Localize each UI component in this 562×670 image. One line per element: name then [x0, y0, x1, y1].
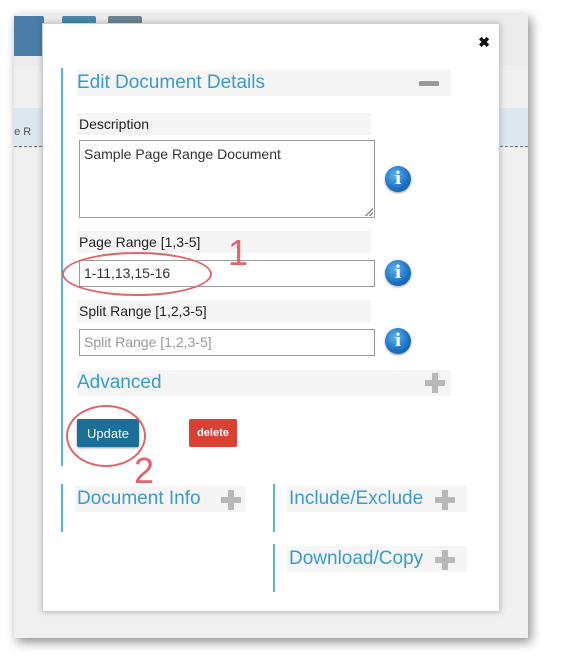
include-exclude-card[interactable]: Include/Exclude: [273, 484, 483, 534]
page-range-label-text: Page Range [1,3-5]: [79, 234, 201, 250]
advanced-header[interactable]: Advanced: [77, 370, 451, 396]
section-title: Edit Document Details: [77, 72, 265, 93]
section-header[interactable]: Edit Document Details: [77, 70, 451, 96]
card-border: [273, 544, 275, 592]
description-label-text: Description: [79, 116, 150, 132]
split-range-label: Split Range [1,2,3-5]: [77, 300, 371, 322]
annotation-number-two: 2: [134, 450, 155, 491]
description-label: Description: [77, 113, 371, 135]
download-icon[interactable]: [14, 16, 44, 56]
description-info-icon[interactable]: i: [385, 166, 411, 192]
page-range-info-icon[interactable]: i: [385, 260, 411, 286]
description-textarea[interactable]: Sample Page Range Document: [79, 140, 375, 218]
annotation-number-one: 1: [228, 232, 249, 273]
delete-button[interactable]: delete: [189, 419, 237, 447]
download-copy-title: Download/Copy: [289, 548, 424, 569]
expand-include-exclude-icon[interactable]: [435, 490, 455, 510]
document-info-card[interactable]: Document Info: [61, 484, 261, 534]
include-exclude-title: Include/Exclude: [289, 488, 424, 509]
split-range-label-text: Split Range [1,2,3-5]: [79, 303, 207, 319]
resize-handle[interactable]: [365, 208, 373, 216]
description-value: Sample Page Range Document: [84, 146, 281, 162]
close-icon[interactable]: ✖: [478, 34, 490, 51]
card-border: [61, 484, 63, 532]
expand-advanced-icon[interactable]: [425, 373, 445, 393]
download-copy-card[interactable]: Download/Copy: [273, 544, 483, 594]
background-column-label: ge R: [14, 126, 32, 138]
annotation-ellipse-page-range: [62, 252, 212, 296]
page-range-label: Page Range [1,3-5]: [77, 231, 371, 253]
advanced-title: Advanced: [77, 372, 162, 393]
split-range-info-icon[interactable]: i: [385, 328, 411, 354]
expand-document-info-icon[interactable]: [221, 490, 241, 510]
split-range-input[interactable]: Split Range [1,2,3-5]: [79, 329, 375, 356]
collapse-icon[interactable]: [419, 81, 439, 86]
edit-document-dialog: ✖ Edit Document Details Description Samp…: [42, 23, 500, 612]
card-border: [273, 484, 275, 532]
expand-download-copy-icon[interactable]: [435, 550, 455, 570]
